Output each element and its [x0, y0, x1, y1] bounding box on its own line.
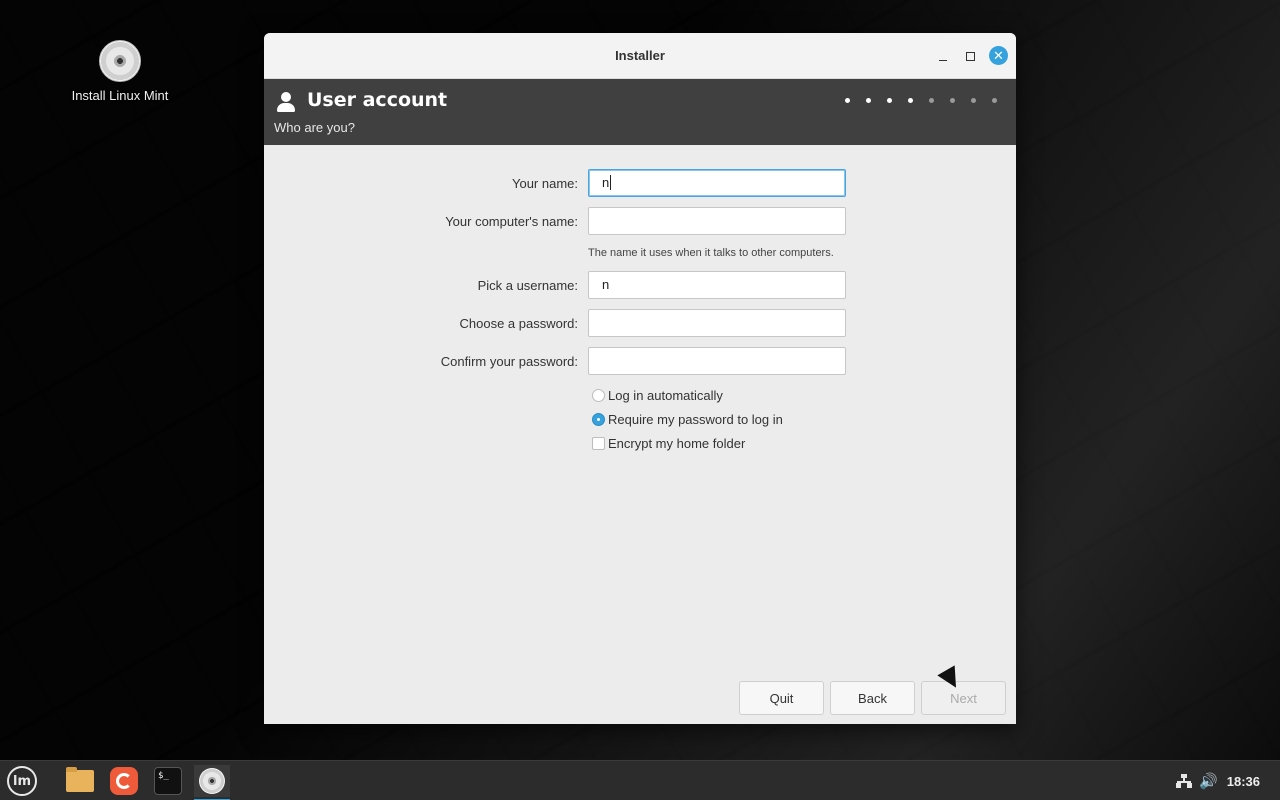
- auto-login-option[interactable]: Log in automatically: [592, 388, 723, 403]
- minimize-button[interactable]: [934, 47, 952, 65]
- progress-step-dot: [887, 98, 892, 103]
- progress-step-dot: [866, 98, 871, 103]
- form-area: Your name: n Your computer's name: The n…: [264, 145, 1016, 724]
- auto-login-label: Log in automatically: [608, 388, 723, 403]
- clock[interactable]: 18:36: [1227, 761, 1260, 800]
- installer-taskbar-button[interactable]: [194, 765, 230, 800]
- installer-window: Installer ✕ User account Who are you? Yo…: [264, 33, 1016, 724]
- terminal-launcher[interactable]: $_: [150, 765, 186, 797]
- your-name-label: Your name:: [511, 176, 578, 191]
- encrypt-home-checkbox[interactable]: [592, 437, 605, 450]
- desktop-icon-install-linux-mint[interactable]: Install Linux Mint: [60, 40, 180, 103]
- auto-login-radio[interactable]: [592, 389, 605, 402]
- window-title: Installer: [615, 48, 665, 63]
- progress-step-dot: [971, 98, 976, 103]
- page-subtitle: Who are you?: [274, 120, 355, 135]
- files-launcher[interactable]: [62, 765, 98, 797]
- your-name-input[interactable]: n: [588, 169, 846, 197]
- encrypt-home-option[interactable]: Encrypt my home folder: [592, 436, 745, 451]
- terminal-icon: $_: [154, 767, 182, 795]
- firefox-launcher[interactable]: [106, 765, 142, 797]
- close-button[interactable]: ✕: [989, 46, 1008, 65]
- page-header: User account Who are you?: [264, 79, 1016, 145]
- username-label: Pick a username:: [477, 278, 578, 293]
- disc-icon: [99, 40, 141, 82]
- confirm-password-label: Confirm your password:: [440, 354, 578, 369]
- page-title: User account: [307, 89, 448, 111]
- computer-name-hint: The name it uses when it talks to other …: [588, 247, 834, 259]
- volume-icon[interactable]: 🔊: [1199, 761, 1218, 800]
- firefox-icon: [110, 767, 138, 795]
- progress-step-dot: [950, 98, 955, 103]
- maximize-button[interactable]: [961, 47, 979, 65]
- password-label: Choose a password:: [459, 316, 578, 331]
- desktop-icon-label: Install Linux Mint: [71, 88, 169, 103]
- computer-name-label: Your computer's name:: [445, 214, 578, 229]
- password-input[interactable]: [588, 309, 846, 337]
- taskbar: lm $_ 🔊 18:36: [0, 760, 1280, 800]
- progress-step-dot: [908, 98, 913, 103]
- maximize-icon: [965, 51, 975, 61]
- require-password-option[interactable]: Require my password to log in: [592, 412, 783, 427]
- close-icon: ✕: [993, 48, 1004, 63]
- next-button[interactable]: Next: [921, 681, 1006, 715]
- encrypt-home-label: Encrypt my home folder: [608, 436, 746, 451]
- confirm-password-input[interactable]: [588, 347, 846, 375]
- title-bar[interactable]: Installer ✕: [264, 33, 1016, 79]
- username-input[interactable]: n: [588, 271, 846, 299]
- progress-step-dot: [845, 98, 850, 103]
- network-icon[interactable]: [1176, 774, 1192, 788]
- text-caret: [610, 175, 612, 190]
- disc-icon: [199, 768, 225, 794]
- progress-steps: [845, 98, 997, 103]
- mint-logo-icon: lm: [7, 766, 37, 796]
- quit-button[interactable]: Quit: [739, 681, 824, 715]
- computer-name-input[interactable]: [588, 207, 846, 235]
- back-button[interactable]: Back: [830, 681, 915, 715]
- folder-icon: [66, 767, 94, 792]
- minimize-icon: [939, 59, 947, 61]
- progress-step-dot: [992, 98, 997, 103]
- progress-step-dot: [929, 98, 934, 103]
- require-password-label: Require my password to log in: [608, 412, 783, 427]
- your-name-value: n: [602, 175, 610, 190]
- require-password-radio[interactable]: [592, 413, 605, 426]
- user-icon: [276, 92, 296, 112]
- menu-button[interactable]: lm: [4, 765, 40, 797]
